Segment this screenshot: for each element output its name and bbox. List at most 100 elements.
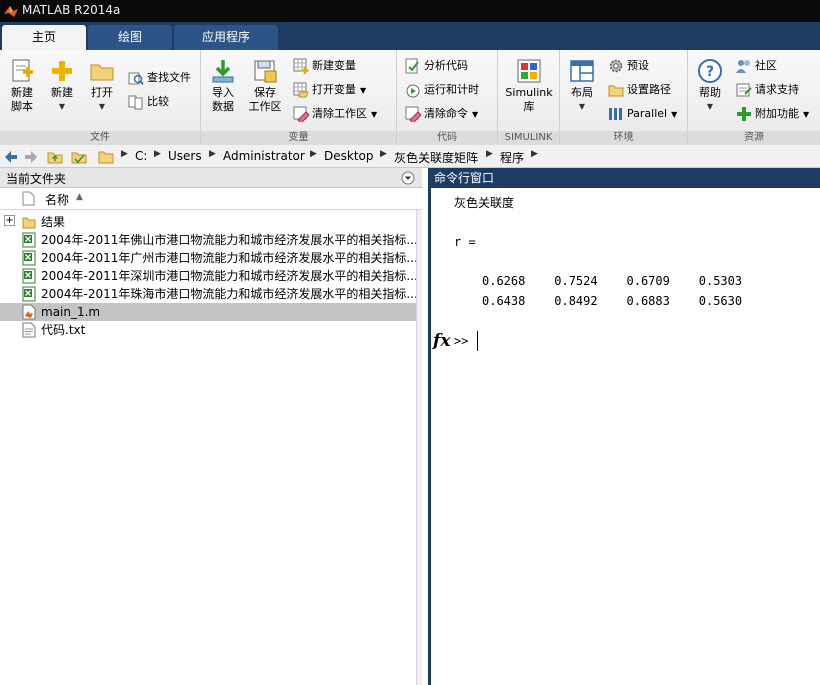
clear-commands-button[interactable]: 清除命令 ▼ (405, 104, 478, 124)
community-icon (736, 60, 750, 73)
list-item-m-file[interactable]: main_1.m (0, 303, 420, 321)
list-item-xls[interactable]: 2004年-2011年深圳市港口物流能力和城市经济发展水平的相关指标... (0, 267, 420, 285)
excel-file-icon (22, 286, 36, 302)
expand-icon[interactable]: + (4, 215, 15, 226)
analyze-code-label: 分析代码 (424, 59, 468, 72)
gear-icon (609, 59, 623, 73)
file-group-label: 文件 (0, 131, 200, 145)
output-heading: 灰色关联度 (454, 196, 515, 210)
chevron-down-icon: ▼ (98, 102, 106, 111)
breadcrumb-separator-icon: ▶ (531, 149, 538, 159)
list-item-folder[interactable]: + 结果 (0, 213, 420, 231)
panel-menu-icon[interactable] (401, 171, 415, 185)
breadcrumb-grey-matrix[interactable]: 灰色关联度矩阵 (394, 149, 478, 166)
breadcrumb-separator-icon: ▶ (486, 149, 493, 159)
community-button[interactable]: 社区 (736, 56, 777, 76)
simulink-library-button[interactable]: Simulink 库 (503, 54, 555, 124)
chevron-down-icon: ▼ (803, 110, 810, 119)
clear-workspace-button[interactable]: 清除工作区 ▼ (293, 104, 377, 124)
new-variable-button[interactable]: 新建变量 (293, 56, 356, 76)
compare-button[interactable]: 比较 (128, 92, 169, 112)
breadcrumb-users[interactable]: Users (168, 149, 202, 163)
browse-folder-icon[interactable] (71, 149, 87, 165)
open-variable-button[interactable]: 打开变量 ▼ (293, 80, 366, 100)
analyze-code-button[interactable]: 分析代码 (405, 56, 468, 76)
file-name: 代码.txt (41, 323, 86, 337)
tab-plots[interactable]: 绘图 (88, 25, 172, 50)
tab-apps[interactable]: 应用程序 (174, 25, 278, 50)
output-row: 0.6268 0.7524 0.6709 0.5303 (482, 274, 743, 288)
name-column-header[interactable]: 名称 (45, 191, 69, 208)
breadcrumb-c[interactable]: C: (135, 149, 147, 163)
file-group: 新建 脚本 新建 ▼ 打开 ▼ 查找文件 比较 文件 (0, 50, 201, 145)
run-and-time-button[interactable]: 运行和计时 (405, 80, 479, 100)
preferences-button[interactable]: 预设 (608, 56, 649, 76)
tab-home[interactable]: 主页 (2, 25, 86, 50)
add-ons-button[interactable]: 附加功能 ▼ (736, 104, 809, 124)
code-group: 分析代码 运行和计时 清除命令 ▼ 代码 (397, 50, 498, 145)
current-folder-title: 当前文件夹 (6, 172, 67, 186)
help-button[interactable]: ? 帮助 ▼ (690, 54, 730, 124)
back-arrow-icon[interactable] (3, 149, 19, 165)
simulink-group: Simulink 库 SIMULINK (498, 50, 560, 145)
excel-file-icon (22, 268, 36, 284)
add-ons-label: 附加功能 (755, 107, 799, 120)
list-item-txt[interactable]: 代码.txt (0, 321, 420, 339)
run-and-time-label: 运行和计时 (424, 83, 479, 96)
breadcrumb-separator-icon: ▶ (209, 149, 216, 159)
new-label: 新建 (51, 86, 73, 99)
command-window[interactable]: 命令行窗口 灰色关联度 r = 0.6268 0.7524 0.6709 0.5… (428, 168, 820, 685)
set-path-button[interactable]: 设置路径 (608, 80, 671, 100)
column-header: 名称 ▲ (0, 188, 422, 210)
vertical-scrollbar[interactable] (416, 210, 422, 685)
parallel-button[interactable]: Parallel ▼ (608, 104, 677, 124)
new-script-button[interactable]: 新建 脚本 (2, 54, 42, 124)
list-item-xls[interactable]: 2004年-2011年广州市港口物流能力和城市经济发展水平的相关指标... (0, 249, 420, 267)
new-button[interactable]: 新建 ▼ (42, 54, 82, 124)
chevron-down-icon: ▼ (472, 110, 479, 119)
find-files-button[interactable]: 查找文件 (128, 68, 191, 88)
forward-arrow-icon[interactable] (23, 149, 39, 165)
help-icon: ? (698, 59, 722, 83)
title-bar: MATLAB R2014a (0, 0, 820, 22)
save-workspace-button[interactable]: 保存 工作区 (245, 54, 285, 124)
environment-group: 布局 ▼ 预设 设置路径 Parallel ▼ 环境 (560, 50, 688, 145)
new-variable-label: 新建变量 (312, 59, 356, 72)
plus-icon (52, 61, 72, 81)
import-data-button[interactable]: 导入 数据 (203, 54, 243, 124)
run-and-time-icon (406, 84, 420, 98)
parallel-icon (609, 108, 622, 120)
list-item-xls[interactable]: 2004年-2011年珠海市港口物流能力和城市经济发展水平的相关指标... (0, 285, 420, 303)
preferences-label: 预设 (627, 59, 649, 72)
chevron-down-icon: ▼ (58, 102, 66, 111)
compare-label: 比较 (147, 95, 169, 108)
list-item-xls[interactable]: 2004年-2011年佛山市港口物流能力和城市经济发展水平的相关指标... (0, 231, 420, 249)
analyze-code-icon (405, 58, 419, 74)
new-script-icon (12, 59, 33, 82)
function-browser-icon[interactable]: fx (433, 331, 450, 351)
layout-button[interactable]: 布局 ▼ (562, 54, 602, 124)
chevron-down-icon: ▼ (360, 86, 367, 95)
file-name: 2004年-2011年广州市港口物流能力和城市经济发展水平的相关指标... (41, 251, 418, 265)
current-folder-header: 当前文件夹 (0, 168, 422, 188)
find-files-icon (128, 72, 144, 85)
sort-ascending-icon: ▲ (76, 192, 83, 202)
open-button[interactable]: 打开 ▼ (82, 54, 122, 124)
up-folder-icon[interactable] (47, 149, 63, 165)
breadcrumb-desktop[interactable]: Desktop (324, 149, 374, 163)
variable-group: 导入 数据 保存 工作区 新建变量 打开变量 ▼ 清除工作区 ▼ 变量 (201, 50, 397, 145)
compare-icon (128, 95, 143, 110)
file-name: 2004年-2011年佛山市港口物流能力和城市经济发展水平的相关指标... (41, 233, 418, 247)
variable-group-label: 变量 (201, 131, 396, 145)
folder-open-icon (90, 64, 114, 81)
breadcrumb-program[interactable]: 程序 (500, 149, 524, 166)
help-label: 帮助 (699, 86, 721, 99)
new-variable-icon (293, 58, 309, 74)
request-support-button[interactable]: 请求支持 (736, 80, 799, 100)
breadcrumb-administrator[interactable]: Administrator (223, 149, 305, 163)
output-variable-label: r = (454, 235, 476, 249)
svg-text:?: ? (706, 64, 714, 80)
file-name: main_1.m (41, 305, 101, 319)
resources-group: ? 帮助 ▼ 社区 请求支持 附加功能 ▼ 资源 (688, 50, 820, 145)
resources-group-label: 资源 (688, 131, 820, 145)
